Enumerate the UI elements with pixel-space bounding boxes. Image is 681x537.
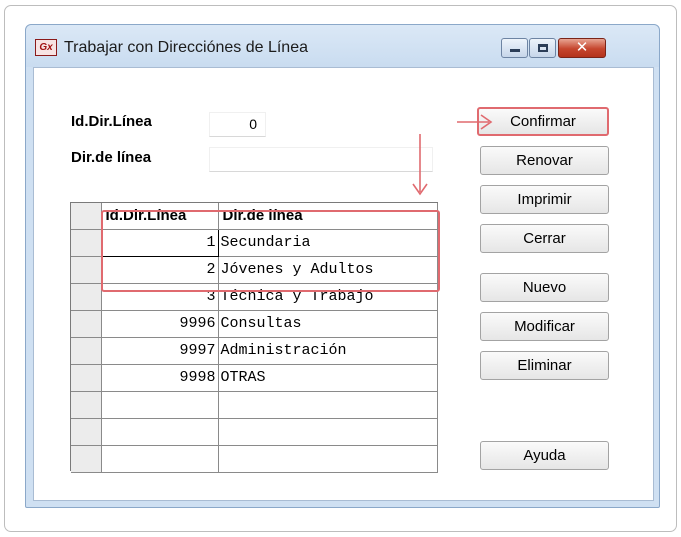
table-row[interactable]: 2 Jóvenes y Adultos <box>71 256 438 284</box>
cerrar-button[interactable]: Cerrar <box>480 224 609 253</box>
cell-id[interactable]: 3 <box>101 283 219 311</box>
eliminar-button[interactable]: Eliminar <box>480 351 609 380</box>
grid-corner-cell <box>71 203 102 230</box>
imprimir-button[interactable]: Imprimir <box>480 185 609 214</box>
close-icon: ✕ <box>575 39 589 56</box>
cell-name[interactable]: Jóvenes y Adultos <box>218 256 438 284</box>
cell-name[interactable]: Consultas <box>218 310 438 338</box>
row-selector[interactable] <box>71 256 102 284</box>
row-selector[interactable] <box>71 391 102 419</box>
nuevo-button[interactable]: Nuevo <box>480 273 609 302</box>
cell-id[interactable]: 9998 <box>101 364 219 392</box>
row-selector[interactable] <box>71 445 102 473</box>
confirmar-button[interactable]: Confirmar <box>477 107 609 136</box>
cell-name[interactable]: Técnica y Trabajo <box>218 283 438 311</box>
window-title: Trabajar con Direcciónes de Línea <box>64 39 308 56</box>
row-selector[interactable] <box>71 418 102 446</box>
cell-id[interactable]: 9996 <box>101 310 219 338</box>
id-dir-linea-input[interactable]: 0 <box>209 112 266 137</box>
cell-id[interactable] <box>101 391 219 419</box>
table-row[interactable]: 9996 Consultas <box>71 310 438 338</box>
id-dir-linea-label: Id.Dir.Línea <box>71 113 152 130</box>
cell-id[interactable] <box>101 445 219 473</box>
row-selector[interactable] <box>71 310 102 338</box>
app-icon: Gx <box>35 39 57 56</box>
row-selector[interactable] <box>71 229 102 257</box>
modificar-button[interactable]: Modificar <box>480 312 609 341</box>
cell-id[interactable]: 9997 <box>101 337 219 365</box>
title-bar[interactable]: Gx Trabajar con Direcciónes de Línea ✕ <box>26 25 659 67</box>
table-row[interactable] <box>71 391 438 419</box>
table-row[interactable]: 9997 Administración <box>71 337 438 365</box>
cell-id[interactable] <box>101 418 219 446</box>
cell-name[interactable] <box>218 445 438 473</box>
dir-de-linea-input[interactable] <box>209 147 433 172</box>
column-header-id[interactable]: Id.Dir.Línea <box>101 203 219 230</box>
cell-name[interactable] <box>218 418 438 446</box>
row-selector[interactable] <box>71 337 102 365</box>
arrow-down-annotation-icon <box>412 134 428 196</box>
cell-id[interactable]: 1 <box>100 228 219 257</box>
cell-id[interactable]: 2 <box>101 256 219 284</box>
table-row[interactable] <box>71 418 438 446</box>
close-button[interactable]: ✕ <box>558 38 606 58</box>
cell-name[interactable]: Administración <box>218 337 438 365</box>
row-selector[interactable] <box>71 283 102 311</box>
dialog-window: Gx Trabajar con Direcciónes de Línea ✕ I… <box>25 24 660 508</box>
cell-name[interactable]: OTRAS <box>218 364 438 392</box>
lineas-grid: Id.Dir.Línea Dir.de línea 1 Secundaria 2… <box>70 202 438 473</box>
table-row[interactable]: 9998 OTRAS <box>71 364 438 392</box>
table-row[interactable] <box>71 445 438 473</box>
minimize-icon <box>510 49 520 52</box>
minimize-button[interactable] <box>501 38 528 58</box>
table-row[interactable]: 1 Secundaria <box>71 228 438 257</box>
table-row[interactable]: 3 Técnica y Trabajo <box>71 283 438 311</box>
cell-name[interactable]: Secundaria <box>218 229 438 257</box>
maximize-icon <box>538 44 548 52</box>
maximize-button[interactable] <box>529 38 556 58</box>
row-selector[interactable] <box>71 364 102 392</box>
ayuda-button[interactable]: Ayuda <box>480 441 609 470</box>
arrow-right-annotation-icon <box>457 114 493 130</box>
cell-name[interactable] <box>218 391 438 419</box>
dir-de-linea-label: Dir.de línea <box>71 149 152 166</box>
column-header-dir[interactable]: Dir.de línea <box>218 203 438 230</box>
renovar-button[interactable]: Renovar <box>480 146 609 175</box>
